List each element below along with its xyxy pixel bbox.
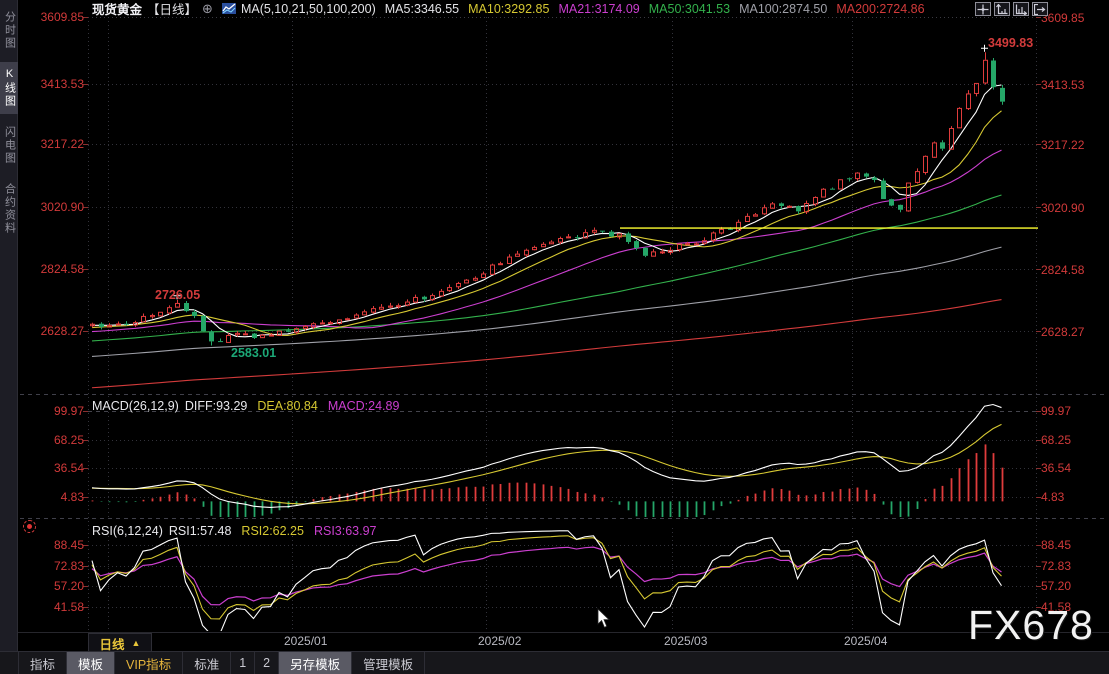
rsi1-value: RSI1:57.48 [168,524,232,538]
period-selector-button[interactable]: 日线 ▲ [88,633,152,653]
sidebar-item-flash-chart[interactable]: 闪电图 [0,120,18,171]
x-axis-scale-icon[interactable] [1013,2,1029,16]
price-axis-label-right: 3413.53 [1041,78,1085,92]
rsi-title: RSI(6,12,24) [92,524,163,538]
price-axis-label-right: 3217.22 [1041,138,1085,152]
rsi-axis-label-left: 57.20 [53,579,84,593]
price-axis-label-left: 2824.58 [40,262,84,276]
ma50-value: MA50:3041.53 [648,1,731,16]
ma200-value: MA200:2724.86 [836,1,925,16]
price-axis-label-right: 2628.27 [1041,325,1085,339]
price-axis-label-right: 2824.58 [1041,263,1085,277]
ma-indicator-icon [221,3,236,14]
tab-vip-indicators[interactable]: VIP指标 [115,652,184,674]
ma5-value: MA5:3346.55 [384,1,460,16]
x-axis-date-label: 2025/02 [478,634,522,648]
trading-app-window: 分时图 K线图 闪电图 合约资料 现货黄金 【日线】 ⊕ MA(5,10,21,… [0,0,1109,674]
sidebar-item-time-chart[interactable]: 分时图 [0,5,18,56]
rsi2-value: RSI2:62.25 [241,524,304,538]
tab-manage-template[interactable]: 管理模板 [352,652,426,674]
macd-axis-label-left: 36.54 [53,461,84,475]
sidebar-item-kline-chart[interactable]: K线图 [0,62,18,114]
tab-standard[interactable]: 标准 [183,652,232,674]
macd-axis-label-right: 99.97 [1041,404,1072,418]
rsi-axis-label-left: 88.45 [53,538,84,552]
ma10-value: MA10:3292.85 [468,1,550,16]
mouse-cursor [597,608,610,628]
macd-value: MACD:24.89 [327,399,400,413]
rsi-axis-label-right: 88.45 [1041,538,1072,552]
period-tag: 【日线】 [147,3,198,17]
move-chart-icon[interactable] [975,2,991,16]
sidebar-item-contract-info[interactable]: 合约资料 [0,177,18,241]
rsi-axis-label-left: 41.58 [53,600,84,614]
chart-canvas[interactable] [0,0,1109,674]
macd-axis-label-right: 36.54 [1041,461,1072,475]
macd-axis-label-left: 68.25 [53,433,84,447]
pan-right-icon[interactable] [1032,2,1048,16]
ma21-value: MA21:3174.09 [558,1,640,16]
tab-templates[interactable]: 模板 [67,652,116,674]
swing-low-annotation: 2583.01 [231,346,277,360]
live-marker-icon [23,520,36,533]
price-axis-label-left: 3217.22 [40,137,84,151]
swing-high-annotation: 2726.05 [155,288,201,302]
fx678-watermark: FX678 [968,602,1094,648]
period-label: 日线 [99,637,125,652]
toolbar-corner-cell [0,652,19,674]
link-compare-icon[interactable]: ⊕ [202,1,213,17]
price-axis-label-left: 3020.90 [40,200,84,214]
bottom-toolbar: 指标 模板 VIP指标 标准 1 2 另存模板 管理模板 [0,651,1109,674]
tab-2[interactable]: 2 [255,652,280,674]
x-axis-date-label: 2025/03 [664,634,708,648]
macd-axis-label-right: 4.83 [1041,490,1065,504]
macd-title: MACD(26,12,9) [92,399,179,413]
period-arrow-icon: ▲ [131,638,141,648]
ma-settings-label: MA(5,10,21,50,100,200) [240,1,376,16]
chart-type-sidebar: 分时图 K线图 闪电图 合约资料 [0,0,18,674]
price-axis-label-right: 3020.90 [1041,201,1085,215]
macd-dea-value: DEA:80.84 [257,399,318,413]
rsi-axis-label-left: 72.83 [53,559,84,573]
rsi3-value: RSI3:63.97 [313,524,377,538]
macd-axis-label-right: 68.25 [1041,433,1072,447]
macd-axis-label-left: 4.83 [60,490,84,504]
y-axis-scale-icon[interactable] [994,2,1010,16]
tab-save-template[interactable]: 另存模板 [279,652,353,674]
tab-indicators[interactable]: 指标 [19,652,68,674]
tab-1[interactable]: 1 [231,652,256,674]
rsi-panel-header: RSI(6,12,24) RSI1:57.48 RSI2:62.25 RSI3:… [92,524,377,538]
symbol-name: 现货黄金 [92,3,143,17]
rsi-axis-label-right: 57.20 [1041,579,1072,593]
x-axis-date-label: 2025/01 [284,634,328,648]
price-axis-label-left: 3413.53 [40,77,84,91]
price-axis-label-left: 2628.27 [40,324,84,338]
macd-panel-header: MACD(26,12,9) DIFF:93.29 DEA:80.84 MACD:… [92,399,399,413]
x-axis-date-label: 2025/04 [844,634,888,648]
macd-diff-value: DIFF:93.29 [184,399,248,413]
peak-high-annotation: 3499.83 [988,36,1034,50]
price-axis-label-left: 3609.85 [40,10,84,24]
chart-header: 现货黄金 【日线】 ⊕ MA(5,10,21,50,100,200) MA5:3… [92,1,925,18]
rsi-axis-label-right: 72.83 [1041,559,1072,573]
chart-toolbar-icons [975,2,1048,16]
macd-axis-label-left: 99.97 [53,404,84,418]
ma100-value: MA100:2874.50 [739,1,828,16]
